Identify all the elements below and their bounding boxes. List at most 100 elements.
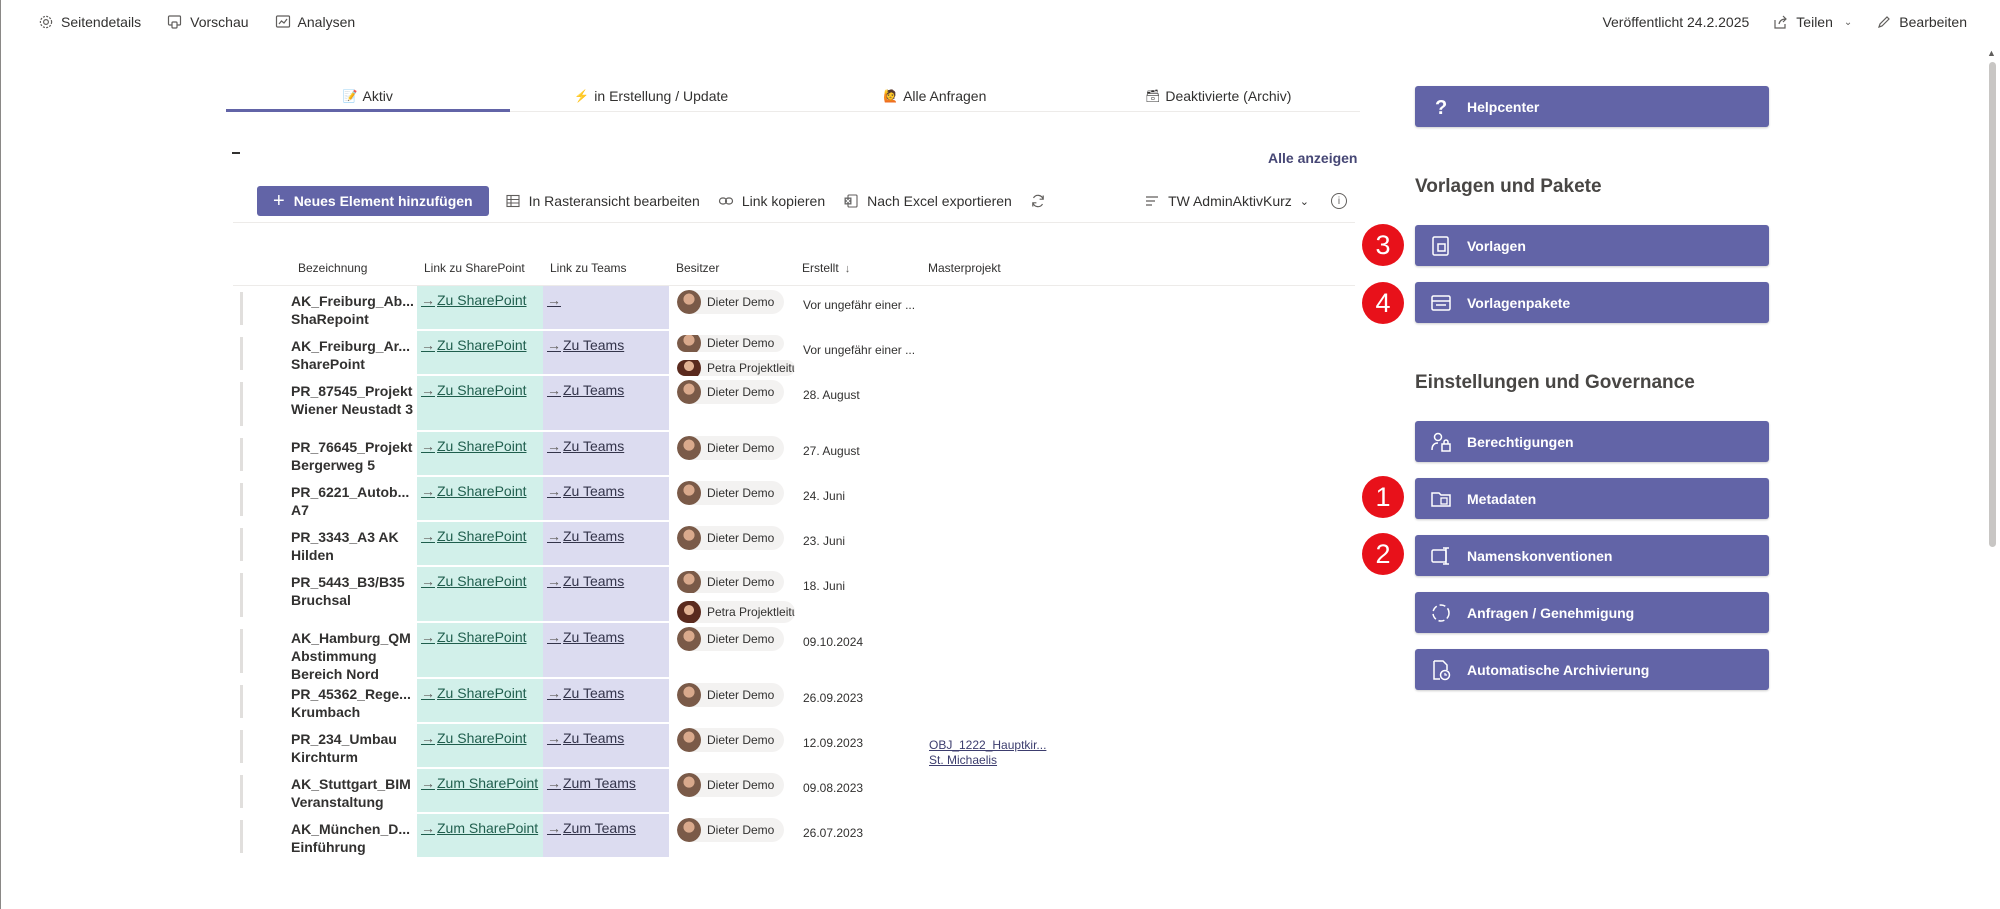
edit-button[interactable]: Bearbeiten	[1876, 14, 1967, 30]
teams-link[interactable]: →	[547, 286, 563, 309]
teams-link[interactable]: → Zu Teams	[547, 477, 624, 500]
table-row[interactable]: AK_Freiburg_Ar... SharePoint Einführung→…	[233, 331, 1355, 376]
refresh-button[interactable]	[1030, 193, 1046, 209]
column-header-sharepoint[interactable]: Link zu SharePoint	[417, 261, 543, 275]
teams-link[interactable]: → Zum Teams	[547, 814, 636, 837]
table-row[interactable]: PR_45362_Rege... Krumbach → Zu SharePoint →…	[233, 679, 1355, 724]
persona-chip[interactable]: Petra Projektleitung	[677, 359, 795, 376]
persona-chip[interactable]: Dieter Demo	[677, 436, 785, 460]
info-icon[interactable]: i	[1331, 193, 1347, 209]
teams-link[interactable]: → Zu Teams	[547, 432, 624, 455]
row-selector[interactable]	[233, 724, 291, 769]
row-selector[interactable]	[233, 477, 291, 522]
row-selector[interactable]	[233, 286, 291, 331]
table-row[interactable]: PR_3343_A3 AK Hilden → Zu SharePoint → Zu Te…	[233, 522, 1355, 567]
row-selector[interactable]	[233, 814, 291, 859]
column-header-erstellt[interactable]: Erstellt ↓	[795, 261, 921, 275]
persona-chip[interactable]: Dieter Demo	[677, 481, 785, 505]
table-row[interactable]: PR_234_Umbau Kirchturm → Zu SharePoint → Zu …	[233, 724, 1355, 769]
grid-edit-button[interactable]: In Rasteransicht bearbeiten	[505, 193, 700, 209]
row-title[interactable]: PR_234_Umbau Kirchturm	[291, 724, 417, 769]
sharepoint-link[interactable]: → Zu SharePoint	[421, 376, 527, 399]
persona-chip[interactable]: Dieter Demo	[677, 335, 785, 352]
persona-chip[interactable]: Dieter Demo	[677, 526, 785, 550]
collapse-toggle[interactable]	[232, 152, 240, 154]
tab-alle-anfragen[interactable]: 🙋 Alle Anfragen	[793, 80, 1077, 111]
analytics-button[interactable]: Analysen	[275, 14, 355, 30]
sharepoint-link[interactable]: → Zu SharePoint	[421, 679, 527, 702]
row-title[interactable]: PR_45362_Rege... Krumbach	[291, 679, 417, 724]
teams-link[interactable]: → Zu Teams	[547, 724, 624, 747]
view-selector[interactable]: TW AdminAktivKurz ⌄	[1144, 193, 1309, 209]
column-header-bezeichnung[interactable]: Bezeichnung	[291, 261, 417, 275]
persona-chip[interactable]: Dieter Demo	[677, 627, 785, 651]
tab-aktiv[interactable]: 📝 Aktiv	[226, 80, 510, 112]
teams-link[interactable]: → Zu Teams	[547, 376, 624, 399]
metadaten-button[interactable]: Metadaten	[1415, 478, 1769, 519]
row-selector[interactable]	[233, 432, 291, 477]
row-selector[interactable]	[233, 331, 291, 376]
table-row[interactable]: AK_München_D... Einführung → Zum SharePoin…	[233, 814, 1355, 859]
sharepoint-link[interactable]: → Zum SharePoint	[421, 769, 538, 792]
share-button[interactable]: Teilen ⌄	[1773, 14, 1852, 30]
row-selector[interactable]	[233, 522, 291, 567]
export-excel-button[interactable]: Nach Excel exportieren	[843, 193, 1012, 209]
row-selector[interactable]	[233, 567, 291, 623]
persona-chip[interactable]: Petra Projektleitung	[677, 601, 795, 623]
persona-chip[interactable]: Dieter Demo	[677, 683, 785, 707]
row-selector[interactable]	[233, 376, 291, 432]
copy-link-button[interactable]: Link kopieren	[718, 193, 825, 209]
persona-chip[interactable]: Dieter Demo	[677, 773, 785, 797]
sharepoint-link[interactable]: → Zu SharePoint	[421, 567, 527, 590]
teams-link[interactable]: → Zu Teams	[547, 679, 624, 702]
table-row[interactable]: AK_Stuttgart_BIM Veranstaltung → Zum Share…	[233, 769, 1355, 814]
page-details-button[interactable]: Seitendetails	[38, 14, 141, 30]
row-title[interactable]: AK_München_D... Einführung	[291, 814, 417, 859]
teams-link[interactable]: → Zum Teams	[547, 769, 636, 792]
row-selector[interactable]	[233, 679, 291, 724]
sharepoint-link[interactable]: → Zum SharePoint	[421, 814, 538, 837]
table-row[interactable]: AK_Freiburg_Ab... ShaRepoint → Zu SharePoi…	[233, 286, 1355, 331]
teams-link[interactable]: → Zu Teams	[547, 331, 624, 354]
sharepoint-link[interactable]: → Zu SharePoint	[421, 623, 527, 646]
row-title[interactable]: PR_87545_Projekt Wiener Neustadt 3	[291, 376, 417, 432]
show-all-link[interactable]: Alle anzeigen	[1268, 150, 1357, 166]
teams-link[interactable]: → Zu Teams	[547, 522, 624, 545]
row-title[interactable]: PR_6221_Autob... A7	[291, 477, 417, 522]
anfragen-genehmigung-button[interactable]: Anfragen / Genehmigung	[1415, 592, 1769, 633]
table-row[interactable]: PR_6221_Autob... A7 → Zu SharePoint → Zu Tea…	[233, 477, 1355, 522]
row-title[interactable]: PR_76645_Projekt Bergerweg 5	[291, 432, 417, 477]
vorlagen-button[interactable]: Vorlagen	[1415, 225, 1769, 266]
table-row[interactable]: PR_76645_Projekt Bergerweg 5 → Zu SharePoi…	[233, 432, 1355, 477]
namenskonventionen-button[interactable]: Namenskonventionen	[1415, 535, 1769, 576]
column-header-teams[interactable]: Link zu Teams	[543, 261, 669, 275]
sharepoint-link[interactable]: → Zu SharePoint	[421, 724, 527, 747]
table-row[interactable]: AK_Hamburg_QM Abstimmung Bereich Nord → Zu…	[233, 623, 1355, 679]
berechtigungen-button[interactable]: Berechtigungen	[1415, 421, 1769, 462]
row-selector[interactable]	[233, 623, 291, 679]
row-title[interactable]: PR_5443_B3/B35 Bruchsal	[291, 567, 417, 623]
scrollbar-thumb[interactable]	[1989, 62, 1996, 547]
new-item-button[interactable]: + Neues Element hinzufügen	[257, 186, 489, 216]
row-title[interactable]: AK_Freiburg_Ab... ShaRepoint	[291, 286, 417, 331]
tab-deaktivierte[interactable]: 🗃 Deaktivierte (Archiv)	[1077, 80, 1361, 111]
preview-button[interactable]: Vorschau	[167, 14, 249, 30]
sharepoint-link[interactable]: → Zu SharePoint	[421, 522, 527, 545]
sharepoint-link[interactable]: → Zu SharePoint	[421, 432, 527, 455]
teams-link[interactable]: → Zu Teams	[547, 623, 624, 646]
row-title[interactable]: AK_Freiburg_Ar... SharePoint Einführung	[291, 331, 417, 376]
column-header-masterprojekt[interactable]: Masterprojekt	[921, 261, 1047, 275]
persona-chip[interactable]: Dieter Demo	[677, 818, 785, 842]
sharepoint-link[interactable]: → Zu SharePoint	[421, 477, 527, 500]
persona-chip[interactable]: Dieter Demo	[677, 571, 785, 593]
persona-chip[interactable]: Dieter Demo	[677, 380, 785, 404]
archivierung-button[interactable]: Automatische Archivierung	[1415, 649, 1769, 690]
row-title[interactable]: PR_3343_A3 AK Hilden	[291, 522, 417, 567]
table-row[interactable]: PR_5443_B3/B35 Bruchsal → Zu SharePoint → Zu…	[233, 567, 1355, 623]
helpcenter-button[interactable]: ? Helpcenter	[1415, 86, 1769, 127]
sharepoint-link[interactable]: → Zu SharePoint	[421, 331, 527, 354]
row-title[interactable]: AK_Hamburg_QM Abstimmung Bereich Nord	[291, 623, 417, 679]
master-project-link[interactable]: OBJ_1222_Hauptkir... St. Michaelis	[921, 724, 1047, 769]
table-row[interactable]: PR_87545_Projekt Wiener Neustadt 3 → Zu Sh…	[233, 376, 1355, 432]
scroll-up-arrow-icon[interactable]: ▲	[1987, 48, 1996, 58]
